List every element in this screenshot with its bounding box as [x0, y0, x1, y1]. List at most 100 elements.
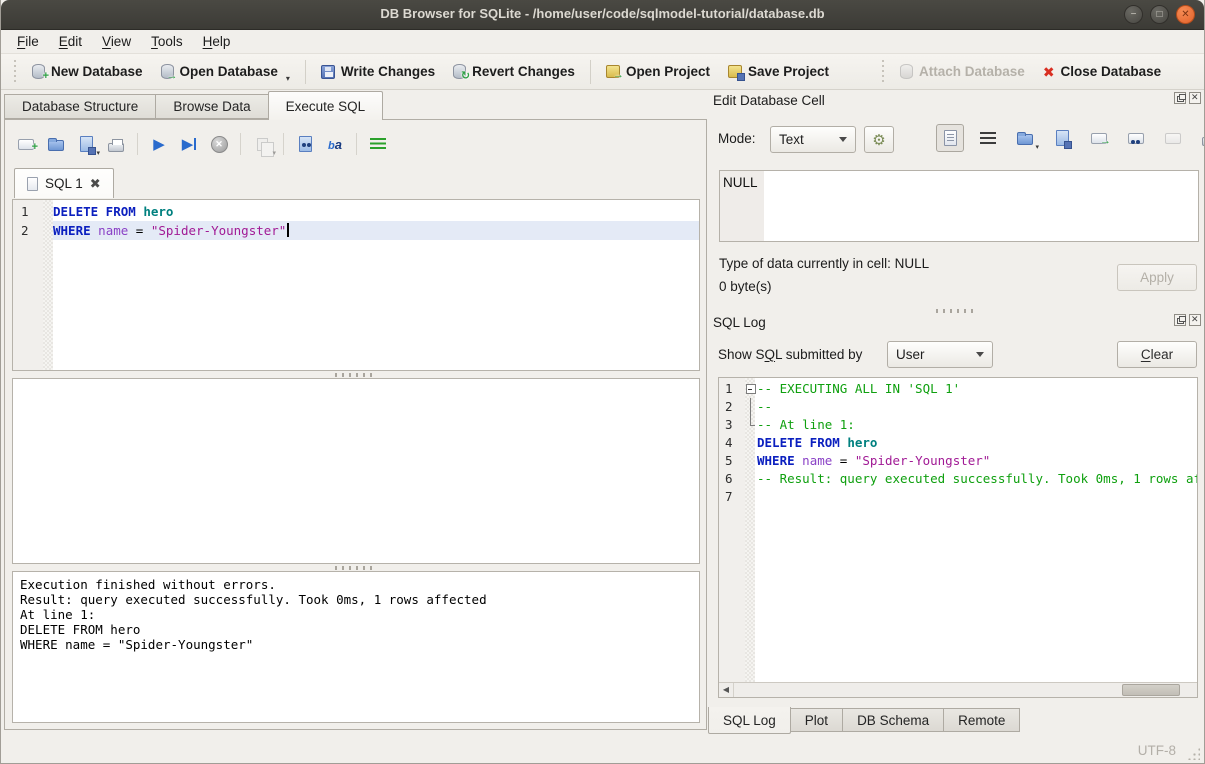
code-text [757, 488, 1197, 506]
toolbar-drag-handle[interactable] [12, 60, 18, 84]
execute-current-line-button[interactable]: ▶ [176, 131, 202, 157]
tab-browse-data[interactable]: Browse Data [155, 94, 267, 119]
close-panel-button[interactable] [1189, 314, 1201, 326]
message-line: Result: query executed successfully. Too… [20, 592, 692, 607]
sql-1-tab[interactable]: SQL 1 ✖ [14, 168, 114, 198]
code-text: -- At line 1: [757, 416, 1197, 434]
new-sql-tab-button[interactable]: + [13, 131, 39, 157]
execute-all-button[interactable]: ▶ [146, 131, 172, 157]
open-project-button[interactable]: → Open Project [597, 58, 719, 86]
fold-marker-icon [745, 416, 757, 434]
find-button[interactable] [292, 131, 318, 157]
print-cell-button[interactable] [1197, 125, 1205, 151]
menu-view[interactable]: View [92, 31, 141, 52]
sql-document-icon [27, 177, 38, 191]
save-file-icon [80, 136, 93, 152]
copy-results-button[interactable]: ▾ [249, 131, 275, 157]
attach-database-icon [900, 64, 913, 79]
write-changes-icon [321, 65, 335, 79]
edit-cell-header: Edit Database Cell [713, 90, 1203, 110]
auto-switch-mode-button[interactable]: ⚙ [864, 126, 894, 153]
close-database-icon: ✖ [1043, 65, 1055, 79]
menu-bar: File Edit View Tools Help [1, 30, 1204, 54]
toolbar-drag-handle[interactable] [880, 60, 886, 84]
tab-plot[interactable]: Plot [791, 708, 843, 732]
stop-execution-button[interactable]: ✕ [206, 131, 232, 157]
scrollbar-thumb[interactable] [1122, 684, 1180, 696]
line-number: 2 [719, 398, 745, 416]
mode-select[interactable]: Text [770, 126, 856, 153]
tab-db-schema[interactable]: DB Schema [843, 708, 944, 732]
tab-database-structure[interactable]: Database Structure [4, 94, 155, 119]
write-changes-button[interactable]: Write Changes [312, 58, 444, 86]
format-sql-button[interactable] [365, 131, 391, 157]
float-panel-button[interactable] [1174, 92, 1186, 104]
find-replace-icon: ba [328, 137, 342, 152]
log-filter-select[interactable]: User [887, 341, 993, 368]
sql-editor[interactable]: 1 DELETE FROM hero2WHERE name = "Spider-Y… [12, 199, 700, 371]
set-null-button[interactable] [1160, 125, 1186, 151]
tab-execute-sql[interactable]: Execute SQL [268, 91, 384, 120]
tab-sql-log[interactable]: SQL Log [708, 707, 791, 734]
clear-log-button[interactable]: Clear [1117, 341, 1197, 368]
import-cell-data-button[interactable]: ▾ [1012, 125, 1038, 151]
save-dropdown-icon[interactable]: ▾ [96, 149, 100, 157]
code-line: 3-- At line 1: [719, 416, 1197, 434]
code-text: DELETE FROM hero [53, 202, 699, 221]
open-database-icon: → [161, 64, 174, 79]
open-database-dropdown-icon[interactable]: ▾ [286, 74, 290, 86]
minimize-icon: − [1131, 9, 1137, 20]
save-project-button[interactable]: Save Project [719, 58, 838, 86]
splitter-handle[interactable] [335, 373, 377, 377]
export-cell-data-button[interactable] [1049, 125, 1075, 151]
open-in-external-button[interactable]: → [1086, 125, 1112, 151]
splitter-handle[interactable] [335, 566, 377, 570]
execute-sql-panel: + ▾ ▶ ▶ ✕ ▾ [4, 119, 707, 730]
revert-changes-button[interactable]: ↻ Revert Changes [444, 58, 584, 86]
code-line[interactable]: 2WHERE name = "Spider-Youngster" [13, 221, 699, 240]
word-wrap-button[interactable] [975, 125, 1001, 151]
resize-grip[interactable] [1187, 747, 1200, 760]
find-replace-button[interactable]: ba [322, 131, 348, 157]
open-sql-file-button[interactable] [43, 131, 69, 157]
attach-database-button[interactable]: Attach Database [891, 58, 1034, 86]
close-window-button[interactable]: ✕ [1176, 5, 1195, 24]
open-project-icon: → [606, 65, 620, 78]
new-database-button[interactable]: + New Database [23, 58, 152, 86]
main-tab-bar: Database Structure Browse Data Execute S… [4, 92, 383, 119]
encoding-indicator: UTF-8 [1138, 743, 1176, 758]
float-panel-button[interactable] [1174, 314, 1186, 326]
copy-link-button[interactable] [1123, 125, 1149, 151]
cell-value-editor[interactable]: NULL [719, 170, 1199, 242]
scroll-left-button[interactable]: ◀ [719, 683, 734, 697]
menu-help[interactable]: Help [193, 31, 241, 52]
scrollbar-track[interactable] [734, 683, 1197, 697]
main-toolbar: + New Database → Open Database ▾ Write C… [1, 54, 1204, 90]
code-text: WHERE name = "Spider-Youngster" [757, 452, 1197, 470]
copy-icon [257, 138, 268, 151]
menu-file[interactable]: File [7, 31, 49, 52]
tab-remote[interactable]: Remote [944, 708, 1020, 732]
save-sql-file-button[interactable]: ▾ [73, 131, 99, 157]
horizontal-scrollbar[interactable]: ◀ ▶ [719, 682, 1197, 697]
apply-button[interactable]: Apply [1117, 264, 1197, 291]
toolbar-separator [240, 133, 241, 155]
sql-tab-bar: SQL 1 ✖ [14, 168, 114, 198]
code-text: -- [757, 398, 1197, 416]
fold-marker-icon[interactable] [745, 380, 757, 398]
code-line[interactable]: 1 DELETE FROM hero [13, 202, 699, 221]
print-sql-button[interactable] [103, 131, 129, 157]
menu-edit[interactable]: Edit [49, 31, 92, 52]
close-database-button[interactable]: ✖ Close Database [1034, 58, 1170, 86]
stop-icon: ✕ [211, 136, 228, 153]
close-panel-button[interactable] [1189, 92, 1201, 104]
status-bar: UTF-8 [1, 734, 1204, 764]
line-number: 1 [13, 202, 43, 221]
link-icon [1128, 133, 1144, 144]
maximize-button[interactable]: □ [1150, 5, 1169, 24]
menu-tools[interactable]: Tools [141, 31, 193, 52]
open-database-button[interactable]: → Open Database ▾ [152, 58, 299, 86]
close-tab-icon[interactable]: ✖ [90, 176, 101, 192]
minimize-button[interactable]: − [1124, 5, 1143, 24]
text-mode-toggle-button[interactable] [936, 124, 964, 152]
